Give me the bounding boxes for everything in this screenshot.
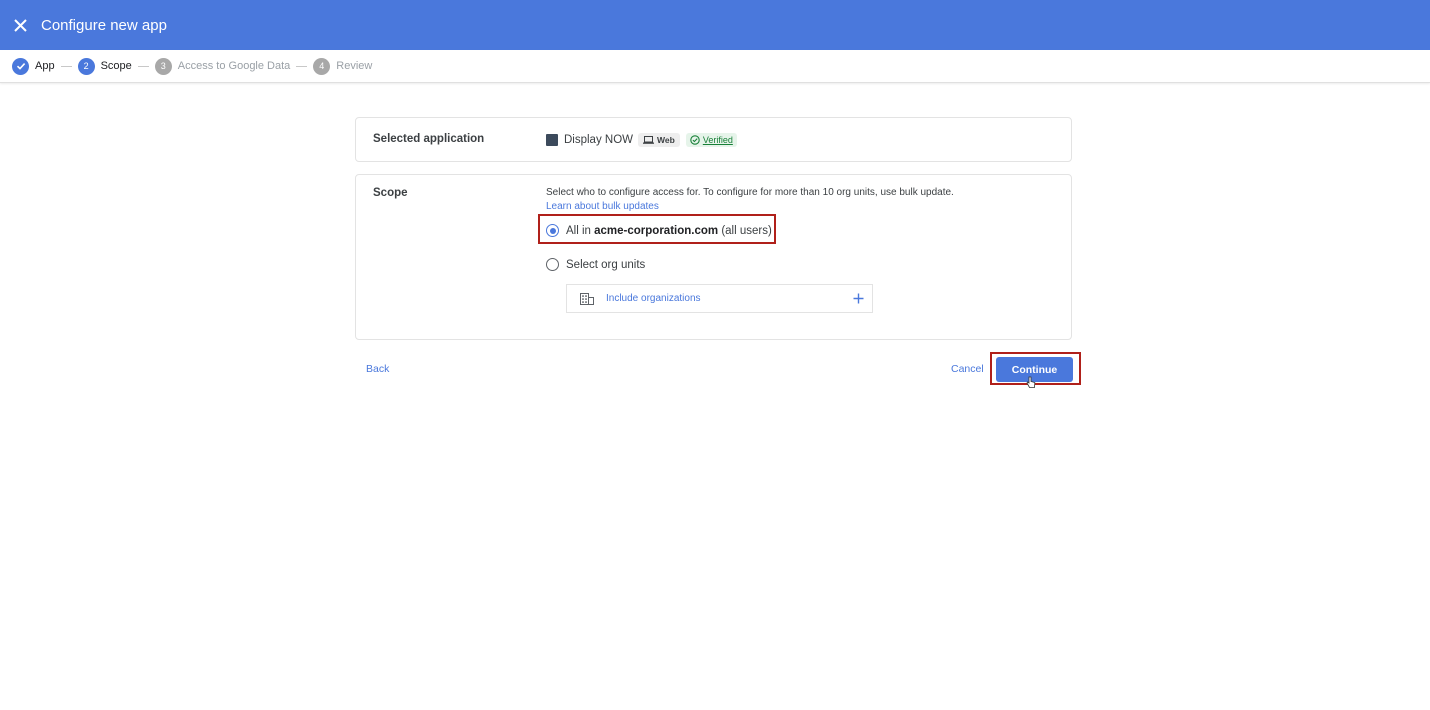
check-icon — [12, 57, 29, 75]
selected-application-card: Selected application Display NOW Web Ver… — [355, 117, 1072, 162]
radio-all-domain: acme-corporation.com — [594, 224, 719, 237]
step-access: 3 Access to Google Data — [154, 57, 291, 75]
radio-select-org-units[interactable]: Select org units — [546, 258, 645, 271]
cancel-button[interactable]: Cancel — [951, 363, 984, 375]
top-app-bar: Configure new app — [0, 0, 1430, 50]
scope-label: Scope — [373, 187, 408, 199]
scope-description: Select who to configure access for. To c… — [546, 187, 954, 198]
include-organizations-label: Include organizations — [606, 293, 701, 304]
building-icon — [580, 292, 594, 305]
step-label: Scope — [100, 60, 132, 72]
hand-cursor-icon — [1026, 376, 1036, 394]
verified-chip-label: Verified — [702, 135, 733, 145]
platform-chip: Web — [638, 133, 680, 147]
step-label: Review — [336, 60, 373, 72]
step-number: 4 — [313, 57, 331, 75]
plus-icon[interactable] — [853, 293, 864, 304]
selected-application-label: Selected application — [373, 133, 485, 145]
page-title: Configure new app — [41, 16, 167, 34]
step-scope[interactable]: 2 Scope — [77, 57, 132, 75]
learn-bulk-updates-link[interactable]: Learn about bulk updates — [546, 201, 659, 212]
step-app[interactable]: App — [12, 57, 55, 75]
step-divider — [137, 65, 149, 67]
close-icon[interactable] — [10, 15, 30, 35]
back-button[interactable]: Back — [366, 363, 389, 375]
step-divider — [296, 65, 308, 67]
radio-all-prefix: All in — [566, 224, 591, 237]
radio-button[interactable] — [546, 258, 559, 271]
platform-chip-label: Web — [657, 135, 675, 145]
check-circle-icon — [690, 135, 700, 145]
app-info: Display NOW Web Verified — [546, 133, 737, 147]
step-divider — [60, 65, 72, 67]
laptop-icon — [643, 136, 655, 144]
radio-all-users[interactable]: All in acme-corporation.com (all users) — [546, 224, 772, 237]
scope-card: Scope Select who to configure access for… — [355, 174, 1072, 340]
step-number: 2 — [77, 57, 95, 75]
step-label: App — [35, 60, 55, 72]
radio-button-selected[interactable] — [546, 224, 559, 237]
stepper: App 2 Scope 3 Access to Google Data 4 Re… — [0, 50, 1430, 83]
radio-all-suffix: (all users) — [721, 224, 772, 237]
include-organizations-field[interactable]: Include organizations — [566, 284, 873, 313]
app-logo-icon — [546, 134, 558, 146]
verified-chip[interactable]: Verified — [685, 133, 737, 147]
radio-org-label: Select org units — [566, 258, 646, 271]
step-number: 3 — [154, 57, 172, 75]
step-review: 4 Review — [313, 57, 373, 75]
step-label: Access to Google Data — [177, 60, 291, 72]
app-name: Display NOW — [564, 134, 634, 146]
